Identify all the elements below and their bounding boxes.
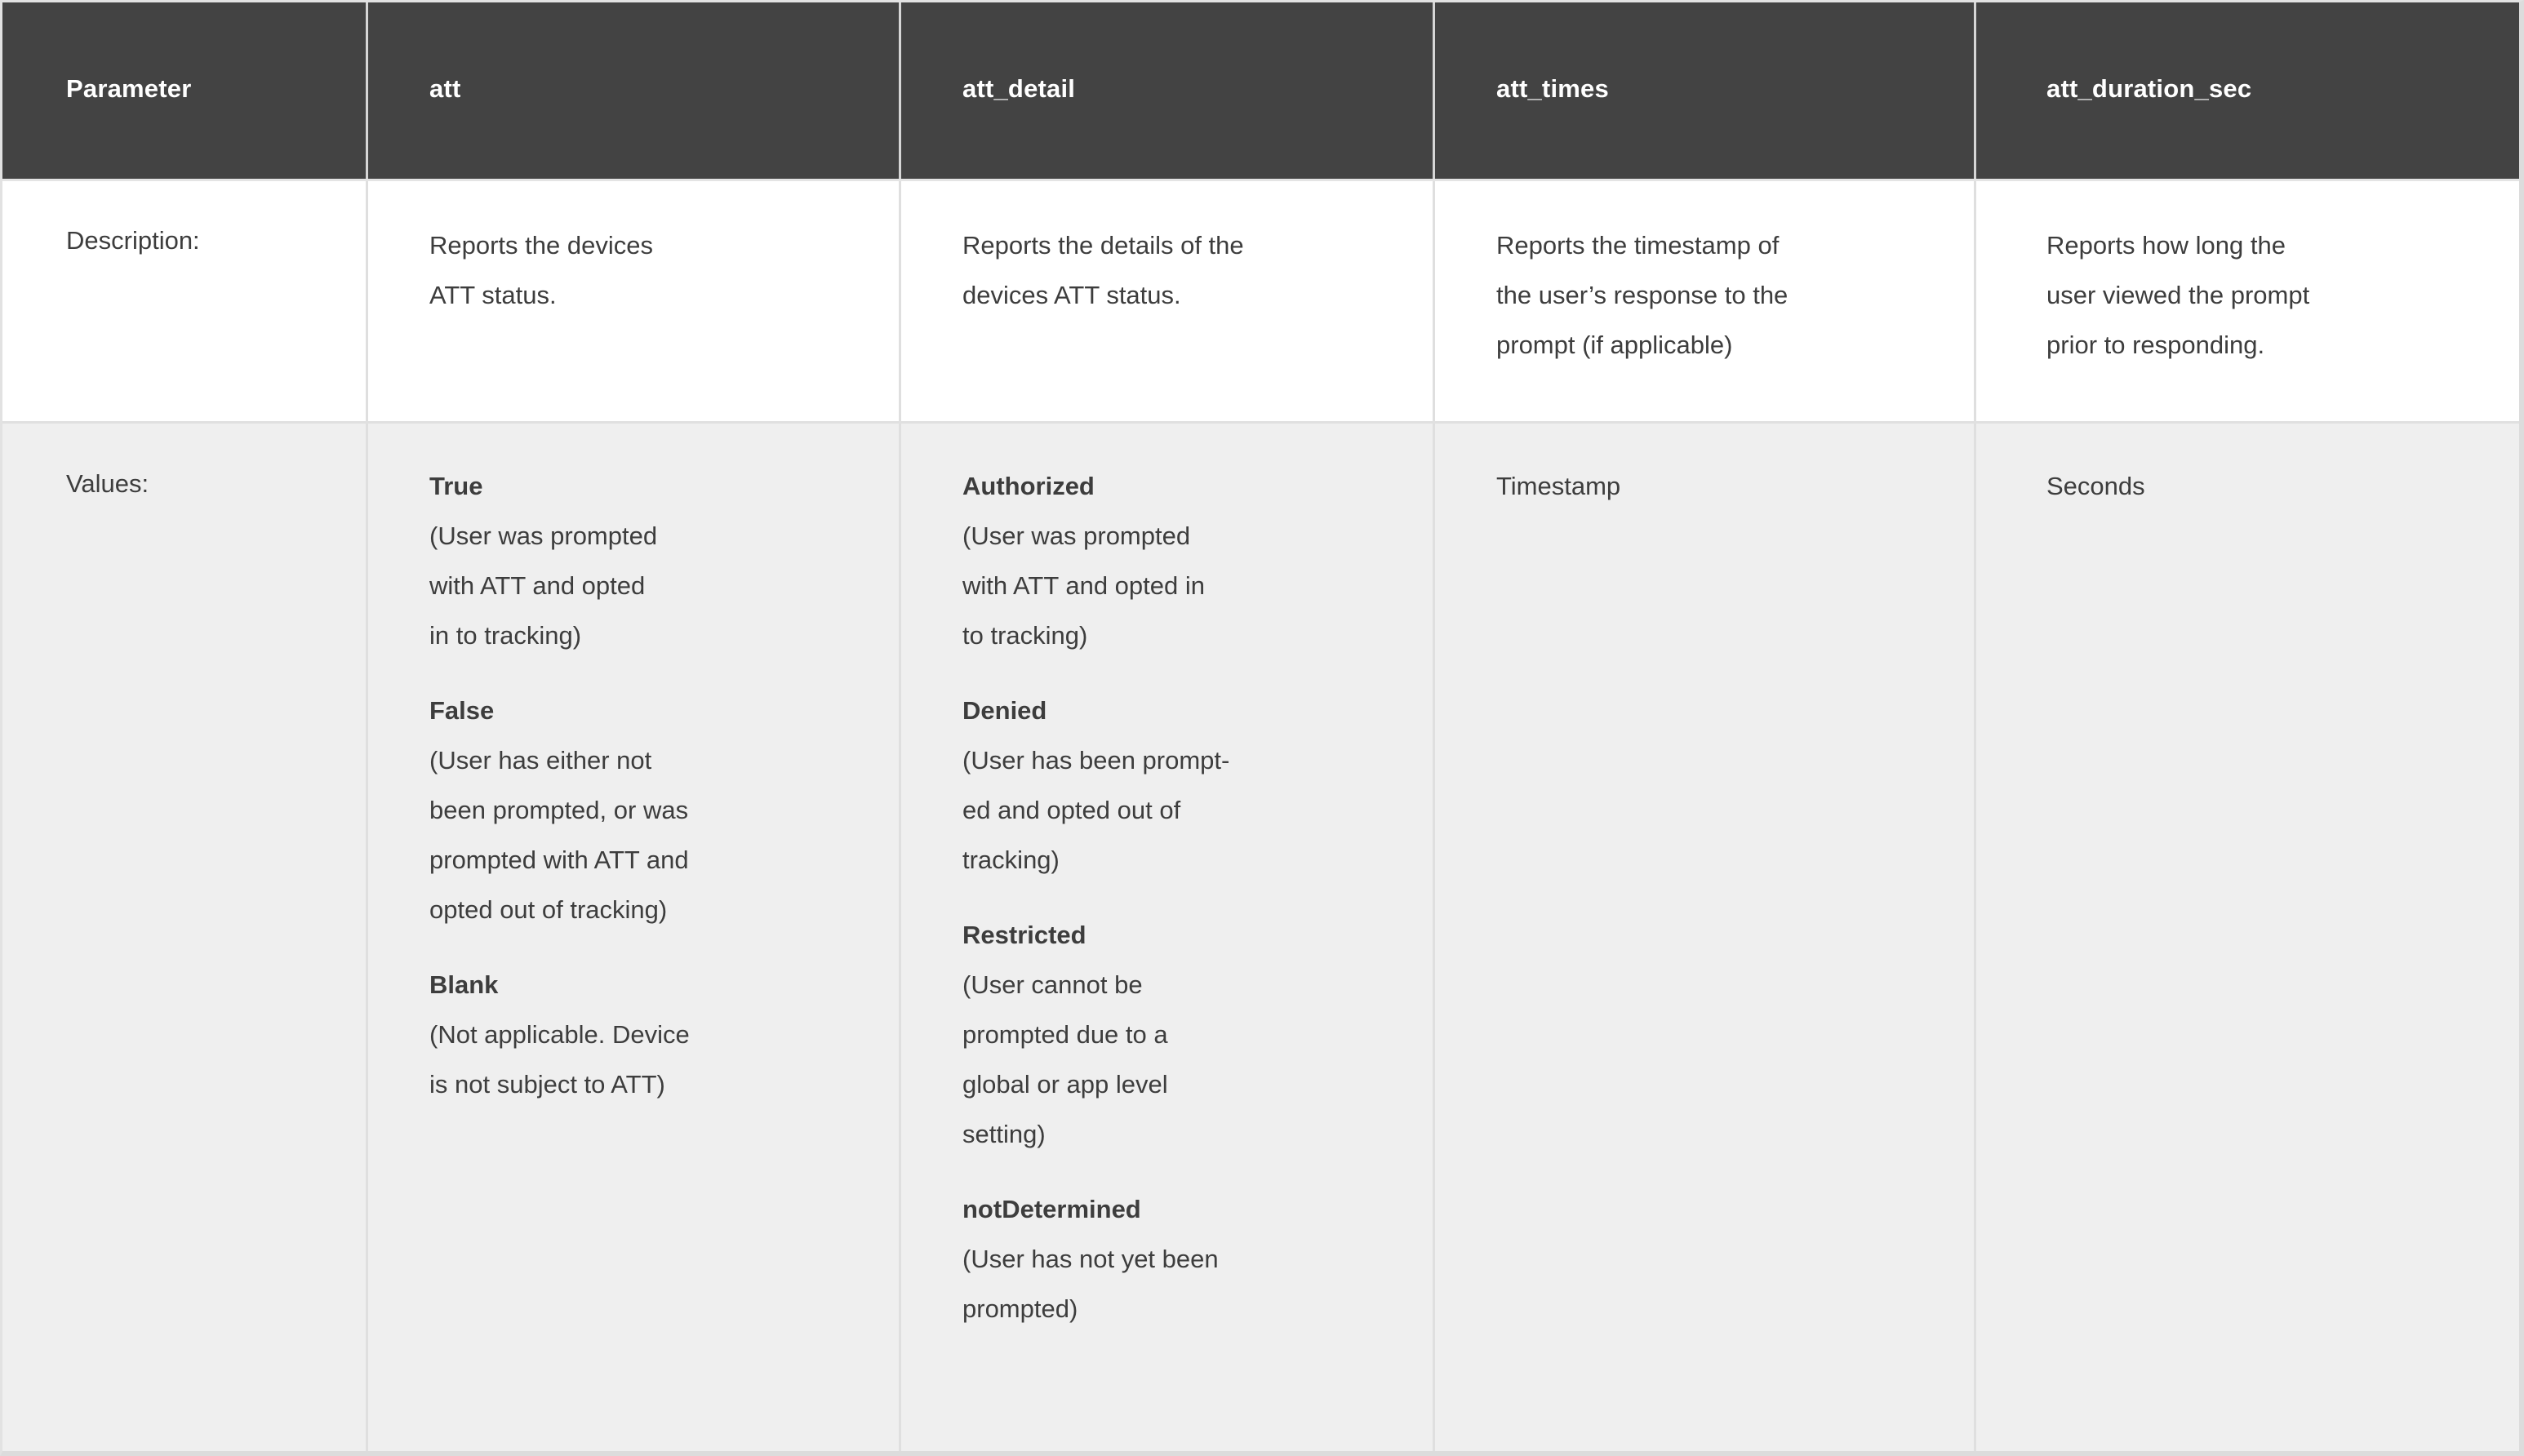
values-list-att-detail: Authorized (User was prompted with ATT an… bbox=[962, 461, 1416, 1334]
values-list-att: True (User was prompted with ATT and opte… bbox=[429, 461, 882, 1109]
value-term: Restricted bbox=[962, 921, 1086, 949]
value-definition: (User was prompted with ATT and opted in… bbox=[962, 522, 1205, 650]
column-header-label-att: att bbox=[429, 74, 461, 103]
values-list-att-duration-sec: Seconds bbox=[2046, 461, 2503, 511]
value-term: Denied bbox=[962, 696, 1047, 725]
description-text-att-detail: Reports the details of the devices ATT s… bbox=[962, 231, 1244, 309]
value-definition: (User has either not been prompted, or w… bbox=[429, 746, 689, 924]
value-group: notDetermined (User has not yet been prom… bbox=[962, 1184, 1416, 1334]
value-group: Restricted (User cannot be prompted due t… bbox=[962, 910, 1416, 1159]
value-term: notDetermined bbox=[962, 1195, 1141, 1223]
value-group: Denied (User has been prompt- ed and opte… bbox=[962, 686, 1416, 885]
table-header-cell-att: att bbox=[366, 2, 899, 179]
value-definition: (User has not yet been prompted) bbox=[962, 1245, 1219, 1323]
parameter-reference-table: Parameter att att_detail att_times att_d… bbox=[0, 0, 2524, 1456]
description-cell-att-duration-sec: Reports how long the user viewed the pro… bbox=[1974, 181, 2519, 421]
description-cell-att-detail: Reports the details of the devices ATT s… bbox=[899, 181, 1433, 421]
value-term: Blank bbox=[429, 970, 499, 999]
table-row-values: Values: True (User was prompted with ATT … bbox=[2, 424, 2519, 1451]
values-cell-att-duration-sec: Seconds bbox=[1974, 424, 2519, 1451]
row-label-values: Values: bbox=[66, 469, 149, 498]
row-label-cell-description: Description: bbox=[2, 181, 366, 421]
table-header-cell-att-detail: att_detail bbox=[899, 2, 1433, 179]
table-header-cell-att-times: att_times bbox=[1433, 2, 1974, 179]
description-cell-att-times: Reports the timestamp of the user’s resp… bbox=[1433, 181, 1974, 421]
table-header-row: Parameter att att_detail att_times att_d… bbox=[2, 2, 2519, 181]
value-group: False (User has either not been prompted,… bbox=[429, 686, 882, 934]
description-text-att-duration-sec: Reports how long the user viewed the pro… bbox=[2046, 231, 2310, 359]
column-header-label-att-detail: att_detail bbox=[962, 74, 1076, 103]
value-text: Timestamp bbox=[1496, 472, 1621, 500]
row-label-cell-values: Values: bbox=[2, 424, 366, 1451]
value-term: Authorized bbox=[962, 472, 1095, 500]
value-definition: (User was prompted with ATT and opted in… bbox=[429, 522, 658, 650]
value-group: Blank (Not applicable. Device is not subj… bbox=[429, 960, 882, 1109]
values-cell-att-times: Timestamp bbox=[1433, 424, 1974, 1451]
row-label-description: Description: bbox=[66, 226, 200, 255]
value-group: Authorized (User was prompted with ATT an… bbox=[962, 461, 1416, 660]
value-definition: (User has been prompt- ed and opted out … bbox=[962, 746, 1230, 874]
values-cell-att: True (User was prompted with ATT and opte… bbox=[366, 424, 899, 1451]
column-header-label-att-times: att_times bbox=[1496, 74, 1609, 103]
value-text: Seconds bbox=[2046, 472, 2145, 500]
value-term: False bbox=[429, 696, 495, 725]
table-header-cell-parameter: Parameter bbox=[2, 2, 366, 179]
description-text-att-times: Reports the timestamp of the user’s resp… bbox=[1496, 231, 1789, 359]
column-header-label-att-duration-sec: att_duration_sec bbox=[2046, 74, 2252, 103]
value-group: True (User was prompted with ATT and opte… bbox=[429, 461, 882, 660]
values-list-att-times: Timestamp bbox=[1496, 461, 1957, 511]
description-text-att: Reports the devices ATT status. bbox=[429, 231, 653, 309]
value-definition: (Not applicable. Device is not subject t… bbox=[429, 1020, 690, 1099]
column-header-label-parameter: Parameter bbox=[66, 74, 192, 103]
description-cell-att: Reports the devices ATT status. bbox=[366, 181, 899, 421]
table-header-cell-att-duration-sec: att_duration_sec bbox=[1974, 2, 2519, 179]
table-row-description: Description: Reports the devices ATT sta… bbox=[2, 181, 2519, 424]
value-term: True bbox=[429, 472, 483, 500]
values-cell-att-detail: Authorized (User was prompted with ATT an… bbox=[899, 424, 1433, 1451]
value-definition: (User cannot be prompted due to a global… bbox=[962, 970, 1168, 1148]
